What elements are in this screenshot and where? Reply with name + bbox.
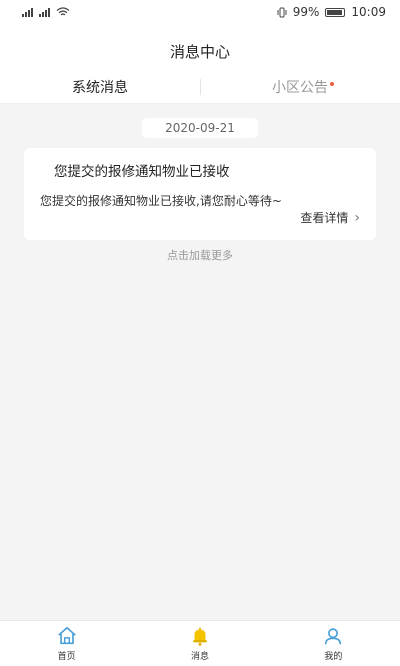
load-more-button[interactable]: 点击加载更多 [0, 247, 400, 263]
clock: 10:09 [351, 5, 386, 19]
tab-system-messages[interactable]: 系统消息 [0, 70, 200, 103]
battery-percent: 99% [292, 5, 320, 19]
message-title: 您提交的报修通知物业已接收 [54, 164, 230, 180]
nav-label: 我的 [324, 652, 343, 662]
signal-icon [22, 7, 33, 17]
tab-bar: 系统消息 小区公告 [0, 70, 400, 104]
nav-label: 消息 [190, 652, 209, 662]
message-card[interactable]: 您提交的报修通知物业已接收 您提交的报修通知物业已接收,请您耐心等待~ 查看详情… [24, 148, 376, 240]
nav-label: 首页 [57, 652, 76, 662]
date-label: 2020-09-21 [142, 118, 258, 138]
bell-icon [193, 627, 207, 646]
nav-item-home[interactable]: 首页 [0, 621, 133, 666]
tab-label: 系统消息 [72, 79, 128, 96]
bottom-nav: 首页 消息 我的 [0, 620, 400, 666]
message-body: 您提交的报修通知物业已接收,请您耐心等待~ [40, 194, 282, 208]
tab-label-wrap: 小区公告 [272, 77, 334, 97]
status-left [22, 7, 70, 17]
person-icon [325, 628, 342, 645]
page-title: 消息中心 [169, 42, 230, 61]
unread-dot [330, 81, 334, 86]
battery-icon [325, 7, 346, 17]
chevron-right-icon: › [354, 209, 360, 226]
wifi-icon [56, 7, 70, 16]
view-details-label: 查看详情 [300, 211, 349, 225]
home-icon [57, 626, 76, 645]
tab-community-notices[interactable]: 小区公告 [200, 70, 400, 103]
nav-item-profile[interactable]: 我的 [267, 621, 400, 666]
status-right: 99% 10:09 [277, 5, 386, 19]
vibrate-icon [277, 7, 287, 17]
signal-icon [39, 7, 50, 17]
view-details-link[interactable]: 查看详情 › [300, 209, 360, 226]
status-bar: 99% 10:09 [0, 0, 400, 24]
nav-item-messages[interactable]: 消息 [133, 621, 266, 666]
tab-label: 小区公告 [272, 79, 328, 96]
header: 消息中心 [0, 24, 400, 70]
